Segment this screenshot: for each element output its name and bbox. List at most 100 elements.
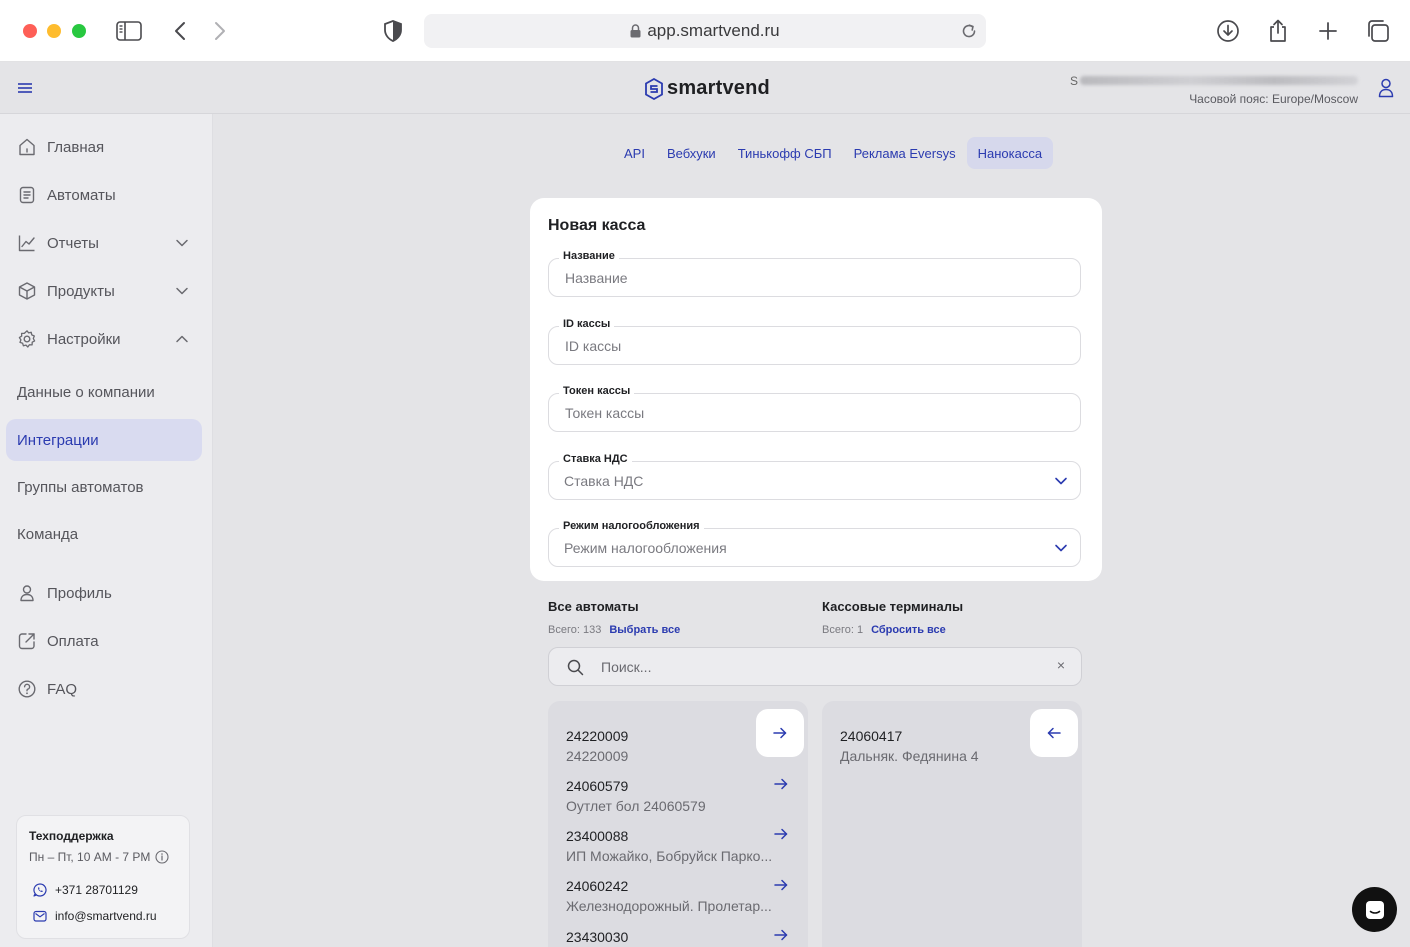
machine-name: ИП Можайко, Бобруйск Парко... [566, 848, 773, 864]
new-tab-icon[interactable] [1314, 17, 1342, 45]
sidebar-item-profile[interactable]: Профиль [0, 573, 213, 613]
register-token-placeholder: Токен кассы [565, 405, 645, 421]
info-icon[interactable] [155, 850, 169, 864]
close-window-button[interactable] [23, 24, 37, 38]
reset-all-button[interactable]: Сбросить все [871, 624, 946, 636]
arrow-right-icon[interactable] [774, 828, 788, 840]
list-item[interactable]: 24060579 Оутлет бол 24060579 [566, 778, 796, 814]
brand-logo[interactable]: smartvend [645, 77, 770, 100]
sidebar-item-company-data[interactable]: Данные о компании [6, 371, 202, 413]
whatsapp-icon [33, 883, 47, 897]
maximize-window-button[interactable] [72, 24, 86, 38]
chat-support-button[interactable] [1352, 887, 1397, 932]
arrow-right-icon[interactable] [774, 879, 788, 891]
sidebar-item-products[interactable]: Продукты [0, 271, 213, 311]
share-icon[interactable] [1264, 17, 1292, 45]
shield-icon[interactable] [379, 17, 407, 45]
sidebar-item-settings[interactable]: Настройки [0, 319, 213, 359]
arrow-right-icon[interactable] [774, 929, 788, 941]
download-icon[interactable] [1214, 17, 1242, 45]
sidebar-item-machines[interactable]: Автоматы [0, 175, 213, 215]
search-input[interactable] [601, 648, 1041, 685]
sidebar-item-reports[interactable]: Отчеты [0, 223, 213, 263]
list-item[interactable]: 24060242 Железнодорожный. Пролетар... [566, 878, 796, 914]
support-email[interactable]: info@smartvend.ru [33, 909, 157, 923]
machine-id: 23430030 [566, 929, 629, 945]
name-field[interactable]: Название Название [548, 250, 1081, 297]
home-icon [19, 138, 35, 156]
terminals-meta: Всего: 1 Сбросить все [822, 624, 946, 636]
support-hours-text: Пн – Пт, 10 AM - 7 PM [29, 850, 151, 864]
back-icon[interactable] [166, 17, 194, 45]
select-all-button[interactable]: Выбрать все [609, 624, 680, 636]
help-icon [18, 680, 36, 698]
tab-nanokassa[interactable]: Нанокасса [966, 137, 1054, 169]
sidebar-item-label: Профиль [47, 584, 112, 602]
lock-icon [630, 24, 641, 38]
sidebar-item-payment[interactable]: Оплата [0, 621, 213, 661]
tab-api[interactable]: API [613, 137, 656, 169]
user-icon [20, 585, 34, 602]
sidebar-item-machine-groups[interactable]: Группы автоматов [6, 466, 202, 508]
chat-icon [1365, 900, 1384, 919]
chevron-down-icon [176, 239, 188, 247]
box-icon [18, 282, 36, 300]
sidebar-item-home[interactable]: Главная [0, 127, 213, 167]
list-icon [19, 186, 35, 204]
tax-mode-placeholder: Режим налогообложения [564, 540, 727, 556]
tax-mode-select[interactable]: Режим налогообложения Режим налогообложе… [548, 520, 1081, 567]
user-info: S Часовой пояс: Europe/Moscow [1070, 73, 1358, 106]
mail-icon [33, 910, 47, 922]
tab-webhooks[interactable]: Вебхуки [656, 137, 727, 169]
sidebar-item-faq[interactable]: FAQ [0, 669, 213, 709]
machine-search: × [548, 647, 1082, 686]
list-item[interactable]: 24220009 24220009 [566, 728, 796, 764]
address-bar[interactable]: app.smartvend.ru [424, 14, 986, 48]
all-machines-count: Всего: 133 [548, 624, 602, 636]
vat-rate-select[interactable]: Ставка НДС Ставка НДС [548, 453, 1081, 500]
chart-icon [18, 235, 35, 252]
arrow-right-icon[interactable] [774, 778, 788, 790]
sidebar-item-label: Автоматы [47, 186, 116, 204]
sidebar-item-integrations[interactable]: Интеграции [6, 419, 202, 461]
list-item[interactable]: 23400088 ИП Можайко, Бобруйск Парко... [566, 828, 796, 864]
clear-search-button[interactable]: × [1057, 657, 1065, 673]
reload-icon[interactable] [960, 22, 978, 40]
register-id-placeholder: ID кассы [565, 338, 622, 354]
sidebar-item-team[interactable]: Команда [6, 513, 202, 555]
sidebar-item-label: Продукты [47, 282, 115, 300]
tab-tinkoff-sbp[interactable]: Тинькофф СБП [727, 137, 843, 169]
machine-id: 24060579 [566, 778, 629, 794]
sidebar-toggle-icon[interactable] [115, 17, 143, 45]
brand-name: smartvend [667, 77, 770, 99]
terminals-count: Всего: 1 [822, 624, 864, 636]
list-item[interactable]: 23430030 [566, 929, 796, 947]
forward-icon[interactable] [206, 17, 234, 45]
new-register-card: Новая касса Название Название ID кассы I… [530, 198, 1102, 581]
all-machines-list: 24220009 24220009 24060579 Оутлет бол 24… [548, 701, 808, 947]
hamburger-menu-icon[interactable] [17, 81, 33, 100]
minimize-window-button[interactable] [47, 24, 61, 38]
register-token-field[interactable]: Токен кассы Токен кассы [548, 385, 1081, 432]
tabs-overview-icon[interactable] [1364, 17, 1392, 45]
sidebar-item-label: Группы автоматов [17, 478, 144, 496]
list-item[interactable]: 24060417 Дальняк. Федянина 4 [840, 728, 1070, 764]
integration-tabs: API Вебхуки Тинькофф СБП Реклама Eversys… [613, 137, 1054, 169]
sidebar-item-label: Отчеты [47, 234, 99, 252]
support-phone[interactable]: +371 28701129 [33, 883, 138, 897]
chevron-down-icon [176, 287, 188, 295]
register-id-field[interactable]: ID кассы ID кассы [548, 318, 1081, 365]
sidebar-item-label: Данные о компании [17, 383, 155, 401]
register-token-label: Токен кассы [559, 385, 635, 397]
all-machines-meta: Всего: 133 Выбрать все [548, 624, 680, 636]
support-phone-text: +371 28701129 [55, 883, 138, 897]
tab-eversys-ads[interactable]: Реклама Eversys [843, 137, 967, 169]
app-header: smartvend S Часовой пояс: Europe/Moscow [0, 63, 1410, 114]
tax-mode-label: Режим налогообложения [559, 520, 704, 532]
all-machines-title: Все автоматы [548, 599, 639, 614]
sidebar-item-label: Настройки [47, 330, 121, 348]
support-hours: Пн – Пт, 10 AM - 7 PM [29, 850, 169, 864]
user-profile-icon[interactable] [1378, 78, 1394, 103]
terminals-list: 24060417 Дальняк. Федянина 4 [822, 701, 1082, 947]
user-name-prefix: S [1069, 73, 1078, 88]
